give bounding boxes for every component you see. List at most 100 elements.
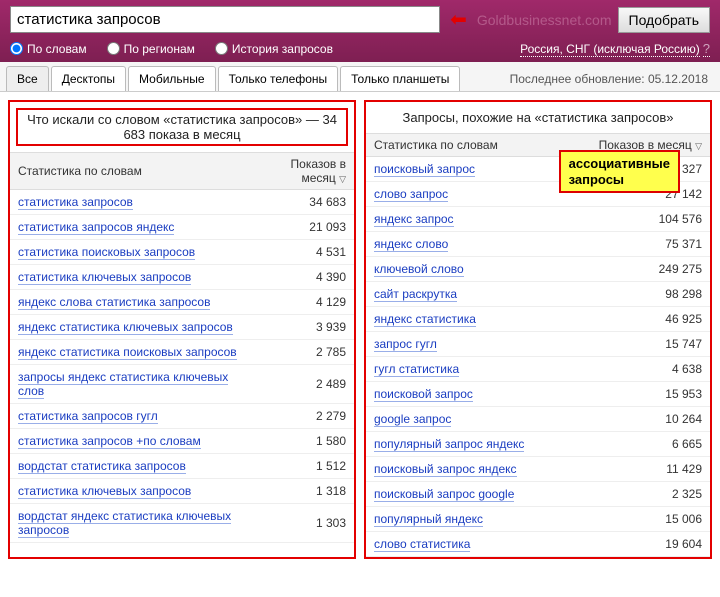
query-link[interactable]: поисковой запрос xyxy=(374,387,473,402)
radio-label: История запросов xyxy=(232,42,333,56)
query-link[interactable]: статистика запросов яндекс xyxy=(18,220,174,235)
table-row: запросы яндекс статистика ключевых слов2… xyxy=(10,365,354,404)
count-cell: 34 683 xyxy=(248,190,354,215)
table-row: яндекс запрос104 576 xyxy=(366,207,710,232)
query-link[interactable]: слово запрос xyxy=(374,187,448,202)
count-cell: 1 303 xyxy=(248,504,354,543)
search-input[interactable] xyxy=(10,6,440,33)
right-panel-title: Запросы, похожие на «статистика запросов… xyxy=(366,102,710,133)
count-cell: 4 390 xyxy=(248,265,354,290)
count-cell: 15 006 xyxy=(566,507,710,532)
query-link[interactable]: гугл статистика xyxy=(374,362,459,377)
count-cell: 11 429 xyxy=(566,457,710,482)
arrow-left-icon: ⬅ xyxy=(450,7,467,32)
query-link[interactable]: яндекс статистика ключевых запросов xyxy=(18,320,233,335)
table-row: поисковый запрос яндекс 11 429 xyxy=(366,457,710,482)
table-row: сайт раскрутка98 298 xyxy=(366,282,710,307)
radio-input[interactable] xyxy=(107,42,120,55)
left-panel-title: Что искали со словом «статистика запросо… xyxy=(14,106,350,148)
query-link[interactable]: слово статистика xyxy=(374,537,470,552)
table-row: статистика ключевых запросов 1 318 xyxy=(10,479,354,504)
submit-button[interactable]: Подобрать xyxy=(618,7,711,33)
count-cell: 2 785 xyxy=(248,340,354,365)
region-selector[interactable]: Россия, СНГ (исключая Россию)? xyxy=(520,41,710,56)
radio-label: По регионам xyxy=(124,42,195,56)
query-link[interactable]: статистика ключевых запросов xyxy=(18,484,191,499)
count-cell: 2 325 xyxy=(566,482,710,507)
left-panel: Что искали со словом «статистика запросо… xyxy=(8,100,356,559)
query-link[interactable]: google запрос xyxy=(374,412,451,427)
query-link[interactable]: статистика запросов гугл xyxy=(18,409,158,424)
count-cell: 4 531 xyxy=(248,240,354,265)
query-link[interactable]: поисковый запрос яндекс xyxy=(374,462,517,477)
left-col-count[interactable]: Показов в месяц ▽ xyxy=(248,153,354,190)
radio-input[interactable] xyxy=(10,42,23,55)
radio-input[interactable] xyxy=(215,42,228,55)
header-bar: ⬅ Goldbusinessnet.com Подобрать По слова… xyxy=(0,0,720,62)
table-row: статистика поисковых запросов 4 531 xyxy=(10,240,354,265)
query-link[interactable]: яндекс запрос xyxy=(374,212,454,227)
sort-icon: ▽ xyxy=(695,141,702,151)
query-link[interactable]: сайт раскрутка xyxy=(374,287,457,302)
query-link[interactable]: яндекс статистика поисковых запросов xyxy=(18,345,237,360)
sort-icon: ▽ xyxy=(339,174,346,184)
count-cell: 46 925 xyxy=(566,307,710,332)
query-link[interactable]: поисковый запрос xyxy=(374,162,475,177)
query-link[interactable]: статистика ключевых запросов xyxy=(18,270,191,285)
right-col-query[interactable]: Статистика по словам xyxy=(366,134,566,157)
callout-label: ассоциативныезапросы xyxy=(559,150,680,193)
tab-1[interactable]: Десктопы xyxy=(51,66,126,91)
query-link[interactable]: популярный яндекс xyxy=(374,512,483,527)
count-cell: 4 638 xyxy=(566,357,710,382)
radio-group: По словам По регионам История запросов xyxy=(10,42,333,56)
query-link[interactable]: статистика поисковых запросов xyxy=(18,245,195,260)
tabs-row: ВсеДесктопыМобильныеТолько телефоныТольк… xyxy=(0,62,720,92)
right-table: Статистика по словам Показов в месяц ▽ п… xyxy=(366,133,710,557)
count-cell: 6 665 xyxy=(566,432,710,457)
count-cell: 1 512 xyxy=(248,454,354,479)
tab-4[interactable]: Только планшеты xyxy=(340,66,460,91)
query-link[interactable]: популярный запрос яндекс xyxy=(374,437,524,452)
table-row: статистика запросов гугл 2 279 xyxy=(10,404,354,429)
query-link[interactable]: статистика запросов xyxy=(18,195,133,210)
query-link[interactable]: запросы яндекс статистика ключевых слов xyxy=(18,370,228,399)
left-col-query[interactable]: Статистика по словам xyxy=(10,153,248,190)
table-row: слово статистика 19 604 xyxy=(366,532,710,557)
count-cell: 75 371 xyxy=(566,232,710,257)
table-row: поисковой запрос15 953 xyxy=(366,382,710,407)
table-row: вордстат статистика запросов 1 512 xyxy=(10,454,354,479)
tab-3[interactable]: Только телефоны xyxy=(218,66,339,91)
query-link[interactable]: статистика запросов +по словам xyxy=(18,434,201,449)
tab-0[interactable]: Все xyxy=(6,66,49,91)
table-row: статистика ключевых запросов 4 390 xyxy=(10,265,354,290)
query-link[interactable]: запрос гугл xyxy=(374,337,437,352)
table-row: яндекс статистика 46 925 xyxy=(366,307,710,332)
query-link[interactable]: вордстат яндекс статистика ключевых запр… xyxy=(18,509,231,538)
update-info: Последнее обновление: 05.12.2018 xyxy=(504,68,714,90)
query-link[interactable]: ключевой слово xyxy=(374,262,464,277)
table-row: поисковый запрос google 2 325 xyxy=(366,482,710,507)
search-row: ⬅ Goldbusinessnet.com Подобрать xyxy=(10,6,710,33)
table-row: яндекс слова статистика запросов4 129 xyxy=(10,290,354,315)
query-link[interactable]: яндекс слово xyxy=(374,237,448,252)
filter-row: По словам По регионам История запросов Р… xyxy=(10,39,710,58)
table-row: яндекс слово 75 371 xyxy=(366,232,710,257)
query-link[interactable]: яндекс слова статистика запросов xyxy=(18,295,210,310)
radio-1[interactable]: По регионам xyxy=(107,42,195,56)
table-row: статистика запросов яндекс21 093 xyxy=(10,215,354,240)
table-row: ключевой слово249 275 xyxy=(366,257,710,282)
count-cell: 2 279 xyxy=(248,404,354,429)
query-link[interactable]: поисковый запрос google xyxy=(374,487,514,502)
query-link[interactable]: вордстат статистика запросов xyxy=(18,459,186,474)
watermark-text: Goldbusinessnet.com xyxy=(477,12,612,28)
query-link[interactable]: яндекс статистика xyxy=(374,312,476,327)
count-cell: 19 604 xyxy=(566,532,710,557)
help-icon[interactable]: ? xyxy=(703,41,710,57)
radio-0[interactable]: По словам xyxy=(10,42,87,56)
count-cell: 10 264 xyxy=(566,407,710,432)
radio-2[interactable]: История запросов xyxy=(215,42,333,56)
table-row: гугл статистика 4 638 xyxy=(366,357,710,382)
right-panel: Запросы, похожие на «статистика запросов… xyxy=(364,100,712,559)
count-cell: 1 318 xyxy=(248,479,354,504)
tab-2[interactable]: Мобильные xyxy=(128,66,216,91)
